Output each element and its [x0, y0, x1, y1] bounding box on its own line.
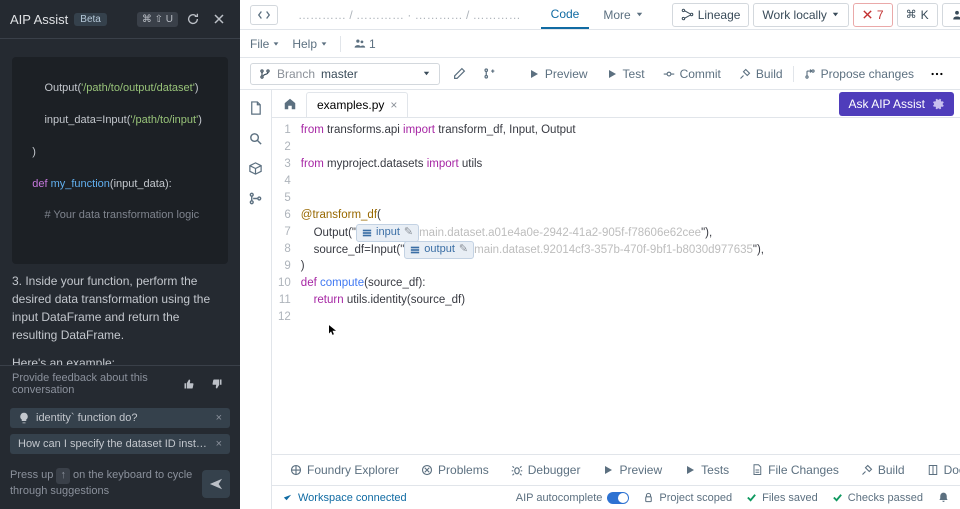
send-button[interactable]: [202, 470, 230, 498]
branch-selector[interactable]: Branch master: [250, 63, 440, 85]
pencil-icon[interactable]: ✎: [404, 225, 413, 241]
dataset-badge-input[interactable]: input✎: [356, 224, 419, 242]
share-button[interactable]: Share: [942, 3, 960, 27]
panel-tab-debugger[interactable]: Debugger: [503, 458, 589, 482]
files-icon[interactable]: [244, 96, 268, 120]
menu-file[interactable]: File: [250, 37, 280, 51]
gear-icon[interactable]: [931, 97, 944, 110]
propose-button[interactable]: Propose changes: [796, 63, 922, 85]
commit-button[interactable]: Commit: [655, 63, 729, 85]
preview-button[interactable]: Preview: [520, 63, 596, 85]
package-icon[interactable]: [244, 156, 268, 180]
sidebar-footer: Press up ↑ on the keyboard to cycle thro…: [0, 460, 240, 509]
aip-sidebar: AIP Assist Beta ⌘ ⇧ U Output('/path/to/o…: [0, 0, 240, 509]
panel-tab-preview[interactable]: Preview: [594, 458, 670, 482]
sidebar-body[interactable]: Output('/path/to/output/dataset') input_…: [0, 39, 240, 365]
pencil-icon[interactable]: ✎: [459, 242, 468, 258]
code-view-toggle[interactable]: [250, 5, 278, 25]
panel-tab-explorer[interactable]: Foundry Explorer: [282, 458, 407, 482]
dataset-badge-output[interactable]: output✎: [404, 241, 474, 259]
warnings-button[interactable]: 7: [853, 3, 893, 27]
ask-aip-button[interactable]: Ask AIP Assist: [839, 92, 954, 116]
status-strip: Workspace connected AIP autocomplete Pro…: [272, 485, 960, 509]
file-tabs: examples.py × Ask AIP Assist: [272, 90, 960, 118]
feedback-label: Provide feedback about this conversation: [12, 372, 170, 396]
suggestion-chip-1[interactable]: identity` function do? ×: [10, 408, 230, 428]
code-editor[interactable]: 123 456 789 101112 from transforms.api i…: [272, 118, 960, 454]
panel-tab-changes[interactable]: File Changes: [743, 458, 847, 482]
autocomplete-toggle[interactable]: AIP autocomplete: [516, 492, 630, 504]
close-tab-icon[interactable]: ×: [390, 98, 397, 112]
editor-area: examples.py × Ask AIP Assist 123 456 789…: [240, 90, 960, 509]
new-branch-button[interactable]: [478, 63, 500, 85]
gutter: 123 456 789 101112: [272, 118, 301, 454]
editor-wrap: examples.py × Ask AIP Assist 123 456 789…: [272, 90, 960, 509]
chip-close-icon[interactable]: ×: [216, 438, 222, 450]
search-icon[interactable]: [244, 126, 268, 150]
menu-help[interactable]: Help: [292, 37, 328, 51]
refresh-button[interactable]: [182, 8, 204, 30]
code-content[interactable]: from transforms.api import transform_df,…: [301, 118, 764, 454]
suggestion-chips: identity` function do? × How can I speci…: [0, 402, 240, 460]
build-button[interactable]: Build: [731, 63, 791, 85]
menu-bar: File Help 1: [240, 30, 960, 58]
workspace-status[interactable]: Workspace connected: [282, 492, 407, 504]
example-intro: Here's an example:: [12, 354, 228, 365]
project-scope[interactable]: Project scoped: [643, 492, 732, 504]
chip-close-icon[interactable]: ×: [216, 412, 222, 424]
breadcrumb[interactable]: ………… / ………… · ………… / …………: [298, 8, 521, 22]
cursor-icon: [329, 325, 336, 335]
file-tab-examples[interactable]: examples.py ×: [306, 92, 408, 117]
suggestion-chip-2[interactable]: How can I specify the dataset ID instead…: [10, 434, 230, 454]
panel-tab-problems[interactable]: Problems: [413, 458, 497, 482]
panel-tab-build[interactable]: Build: [853, 458, 913, 482]
sidebar-title: AIP Assist: [10, 12, 68, 27]
main-area: ………… / ………… · ………… / ………… Code More Line…: [240, 0, 960, 509]
close-sidebar-button[interactable]: [208, 8, 230, 30]
panel-tabs: Foundry Explorer Problems Debugger Previ…: [272, 455, 960, 485]
more-actions-button[interactable]: [924, 63, 950, 85]
menu-users[interactable]: 1: [353, 37, 376, 51]
feedback-row: Provide feedback about this conversation: [0, 365, 240, 402]
checks-status: Checks passed: [832, 492, 923, 504]
top-header: ………… / ………… · ………… / ………… Code More Line…: [240, 0, 960, 30]
panel-tab-docs[interactable]: Docs: [919, 458, 960, 482]
lineage-button[interactable]: Lineage: [672, 3, 750, 27]
bottom-panel: Foundry Explorer Problems Debugger Previ…: [272, 454, 960, 509]
edit-branch-button[interactable]: [448, 63, 470, 85]
tab-more[interactable]: More: [593, 2, 653, 28]
git-icon[interactable]: [244, 186, 268, 210]
toggle-switch[interactable]: [607, 492, 629, 504]
thumbs-up-button[interactable]: [178, 373, 200, 395]
test-button[interactable]: Test: [598, 63, 653, 85]
notifications-button[interactable]: [937, 491, 950, 504]
code-snippet-1: Output('/path/to/output/dataset') input_…: [12, 57, 228, 264]
sidebar-header: AIP Assist Beta ⌘ ⇧ U: [0, 0, 240, 39]
panel-tab-tests[interactable]: Tests: [676, 458, 737, 482]
thumbs-down-button[interactable]: [206, 373, 228, 395]
step-3-text: 3. Inside your function, perform the des…: [12, 272, 228, 344]
file-rail: [240, 90, 272, 509]
shortcut-badge: ⌘ ⇧ U: [137, 12, 178, 27]
tip-text: Press up ↑ on the keyboard to cycle thro…: [10, 468, 194, 499]
action-bar: Branch master Preview Test Commit: [240, 58, 960, 90]
tab-code[interactable]: Code: [541, 1, 590, 29]
keyboard-button[interactable]: ⌘K: [897, 3, 938, 27]
files-saved-status: Files saved: [746, 492, 818, 504]
beta-badge: Beta: [74, 13, 107, 26]
home-tab[interactable]: [278, 92, 302, 116]
work-locally-button[interactable]: Work locally: [753, 3, 848, 27]
lightbulb-icon: [18, 412, 30, 424]
